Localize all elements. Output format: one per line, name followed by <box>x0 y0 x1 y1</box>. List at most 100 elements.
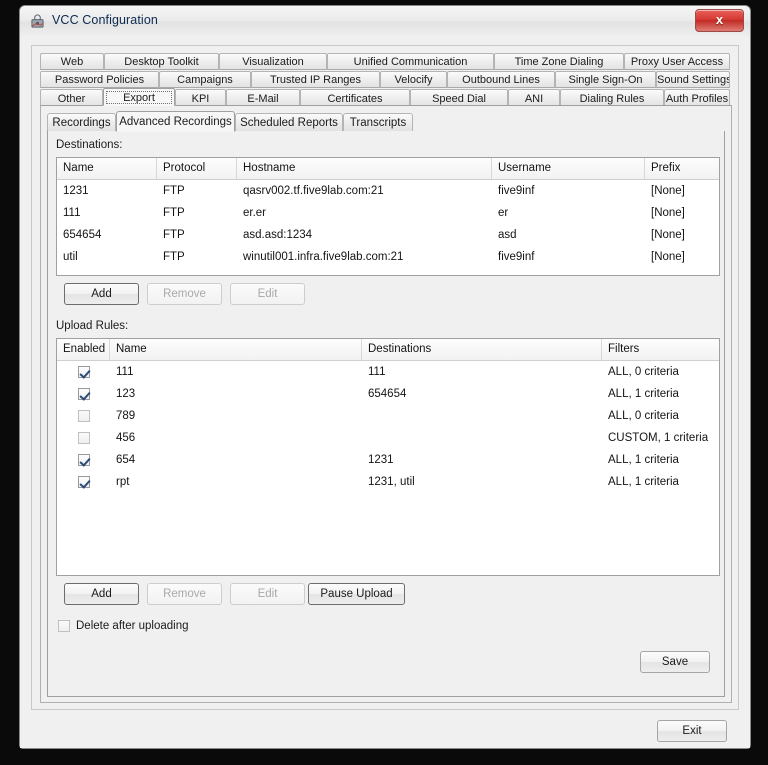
destinations-edit-button: Edit <box>230 283 305 305</box>
upload-rules-column-header-destinations[interactable]: Destinations <box>362 339 602 360</box>
upload-rules-table-row[interactable]: 654 1231 ALL, 1 criteria <box>57 449 719 471</box>
tab-row-2: Password Policies Campaigns Trusted IP Ran… <box>40 71 730 89</box>
upload-rules-grid[interactable]: Enabled Name Destinations Filters 111 111 ALL… <box>56 338 720 576</box>
upload-rules-cell-name: rpt <box>116 476 130 488</box>
tab-sound-settings[interactable]: Sound Settings <box>656 71 730 88</box>
upload-rules-add-button[interactable]: Add <box>64 583 139 605</box>
tab-label: Auth Profiles <box>665 93 729 105</box>
destinations-column-header-hostname[interactable]: Hostname <box>237 158 492 179</box>
upload-rule-enabled-checkbox[interactable] <box>77 475 90 488</box>
destinations-table-row[interactable]: 1231 FTP qasrv002.tf.five9lab.com:21 five9i… <box>57 180 719 202</box>
destinations-table-row[interactable]: util FTP winutil001.infra.five9lab.com:21 f… <box>57 246 719 268</box>
upload-rules-table-row[interactable]: 123 654654 ALL, 1 criteria <box>57 383 719 405</box>
destinations-table-row[interactable]: 654654 FTP asd.asd:1234 asd [None] <box>57 224 719 246</box>
save-button[interactable]: Save <box>640 651 710 673</box>
tab-visualization[interactable]: Visualization <box>219 53 327 70</box>
tab-label: Unified Communication <box>353 56 468 68</box>
tab-label: Certificates <box>327 93 383 105</box>
destinations-add-button[interactable]: Add <box>64 283 139 305</box>
tab-label: Sound Settings <box>657 74 730 86</box>
subtab-transcripts[interactable]: Transcripts <box>343 113 413 132</box>
destinations-grid[interactable]: Name Protocol Hostname Username Prefix 1231 F… <box>56 157 720 276</box>
delete-after-uploading-label: Delete after uploading <box>76 620 189 633</box>
tab-label: Desktop Toolkit <box>124 56 199 68</box>
main-tab-strip: Web Desktop Toolkit Visualization Unified C… <box>40 53 730 107</box>
upload-rules-cell-destinations: 654654 <box>368 388 407 400</box>
upload-rules-grid-body: 111 111 ALL, 0 criteria 123 654654 ALL, 1 cri… <box>57 361 719 493</box>
upload-rules-table-row[interactable]: rpt 1231, util ALL, 1 criteria <box>57 471 719 493</box>
tab-label: Outbound Lines <box>462 74 540 86</box>
subtab-advanced-recordings[interactable]: Advanced Recordings <box>116 111 235 132</box>
app-icon <box>31 14 44 28</box>
upload-rules-edit-button: Edit <box>230 583 305 605</box>
close-button[interactable]: x <box>695 9 744 32</box>
upload-rules-table-row[interactable]: 456 CUSTOM, 1 criteria <box>57 427 719 449</box>
upload-rules-cell-name: 123 <box>116 388 136 400</box>
tab-label: Speed Dial <box>432 93 486 105</box>
upload-rule-enabled-checkbox[interactable] <box>77 409 90 422</box>
window-body: Web Desktop Toolkit Visualization Unified C… <box>20 37 750 748</box>
tab-velocify[interactable]: Velocify <box>380 71 447 88</box>
tab-label: Single Sign-On <box>568 74 643 86</box>
upload-rules-table-row[interactable]: 111 111 ALL, 0 criteria <box>57 361 719 383</box>
destinations-cell-prefix: [None] <box>651 229 685 241</box>
upload-rule-enabled-checkbox[interactable] <box>77 365 90 378</box>
destinations-cell-protocol: FTP <box>163 207 185 219</box>
upload-rules-cell-enabled <box>57 471 110 493</box>
destinations-cell-name: 1231 <box>63 185 89 197</box>
upload-rules-cell-enabled <box>57 361 110 383</box>
destinations-cell-name: 654654 <box>63 229 102 241</box>
tab-time-zone-dialing[interactable]: Time Zone Dialing <box>494 53 624 70</box>
destinations-cell-username: er <box>498 207 509 219</box>
destinations-column-header-prefix[interactable]: Prefix <box>645 158 719 179</box>
destinations-cell-username: asd <box>498 229 517 241</box>
tab-password-policies[interactable]: Password Policies <box>40 71 159 88</box>
tab-web[interactable]: Web <box>40 53 104 70</box>
destinations-cell-prefix: [None] <box>651 185 685 197</box>
tab-row-1: Web Desktop Toolkit Visualization Unified C… <box>40 53 730 71</box>
tab-label: Visualization <box>242 56 304 68</box>
upload-rule-enabled-checkbox[interactable] <box>77 387 90 400</box>
subtab-scheduled-reports[interactable]: Scheduled Reports <box>235 113 343 132</box>
upload-rules-column-header-name[interactable]: Name <box>110 339 362 360</box>
tab-outbound-lines[interactable]: Outbound Lines <box>447 71 555 88</box>
tab-desktop-toolkit[interactable]: Desktop Toolkit <box>104 53 219 70</box>
sub-tab-strip: Recordings Advanced Recordings Scheduled R… <box>47 111 723 132</box>
destinations-cell-hostname: er.er <box>243 207 267 219</box>
tab-label: E-Mail <box>247 93 279 105</box>
destinations-table-row[interactable]: 111 FTP er.er er [None] <box>57 202 719 224</box>
upload-rules-cell-name: 111 <box>116 366 134 378</box>
destinations-cell-username: five9inf <box>498 251 535 263</box>
screen: VCC Configuration x Web Desktop Toolkit Vi… <box>0 0 768 765</box>
tab-trusted-ip-ranges[interactable]: Trusted IP Ranges <box>251 71 380 88</box>
destinations-column-header-protocol[interactable]: Protocol <box>157 158 237 179</box>
upload-rule-enabled-checkbox[interactable] <box>77 431 90 444</box>
upload-rules-cell-destinations <box>362 427 602 449</box>
tab-label: Time Zone Dialing <box>514 56 604 68</box>
exit-button[interactable]: Exit <box>657 720 727 742</box>
tab-campaigns[interactable]: Campaigns <box>159 71 251 88</box>
destinations-cell-protocol: FTP <box>163 251 185 263</box>
upload-rules-remove-button: Remove <box>147 583 222 605</box>
vcc-configuration-window: VCC Configuration x Web Desktop Toolkit Vi… <box>19 5 751 749</box>
upload-rules-column-header-filters[interactable]: Filters <box>602 339 719 360</box>
tab-single-sign-on[interactable]: Single Sign-On <box>555 71 656 88</box>
destinations-cell-prefix: [None] <box>651 207 685 219</box>
delete-after-uploading-checkbox[interactable] <box>58 620 70 632</box>
tab-label: Web <box>60 56 84 68</box>
upload-rules-pause-upload-button[interactable]: Pause Upload <box>308 583 405 605</box>
destinations-column-header-name[interactable]: Name <box>57 158 157 179</box>
advanced-recordings-page: Destinations: Name Protocol Hostname Userna… <box>47 131 725 697</box>
configuration-panel: Web Desktop Toolkit Visualization Unified C… <box>31 45 739 710</box>
destinations-column-header-username[interactable]: Username <box>492 158 645 179</box>
delete-after-uploading-row[interactable]: Delete after uploading <box>58 620 189 632</box>
upload-rules-table-row[interactable]: 789 ALL, 0 criteria <box>57 405 719 427</box>
subtab-recordings[interactable]: Recordings <box>47 113 116 132</box>
tab-proxy-user-access[interactable]: Proxy User Access <box>624 53 730 70</box>
tab-export[interactable]: Export <box>103 88 175 106</box>
upload-rule-enabled-checkbox[interactable] <box>77 453 90 466</box>
upload-rules-cell-enabled <box>57 405 110 427</box>
upload-rules-cell-filters: ALL, 1 criteria <box>608 388 679 400</box>
tab-unified-communication[interactable]: Unified Communication <box>327 53 494 70</box>
upload-rules-column-header-enabled[interactable]: Enabled <box>57 339 110 360</box>
